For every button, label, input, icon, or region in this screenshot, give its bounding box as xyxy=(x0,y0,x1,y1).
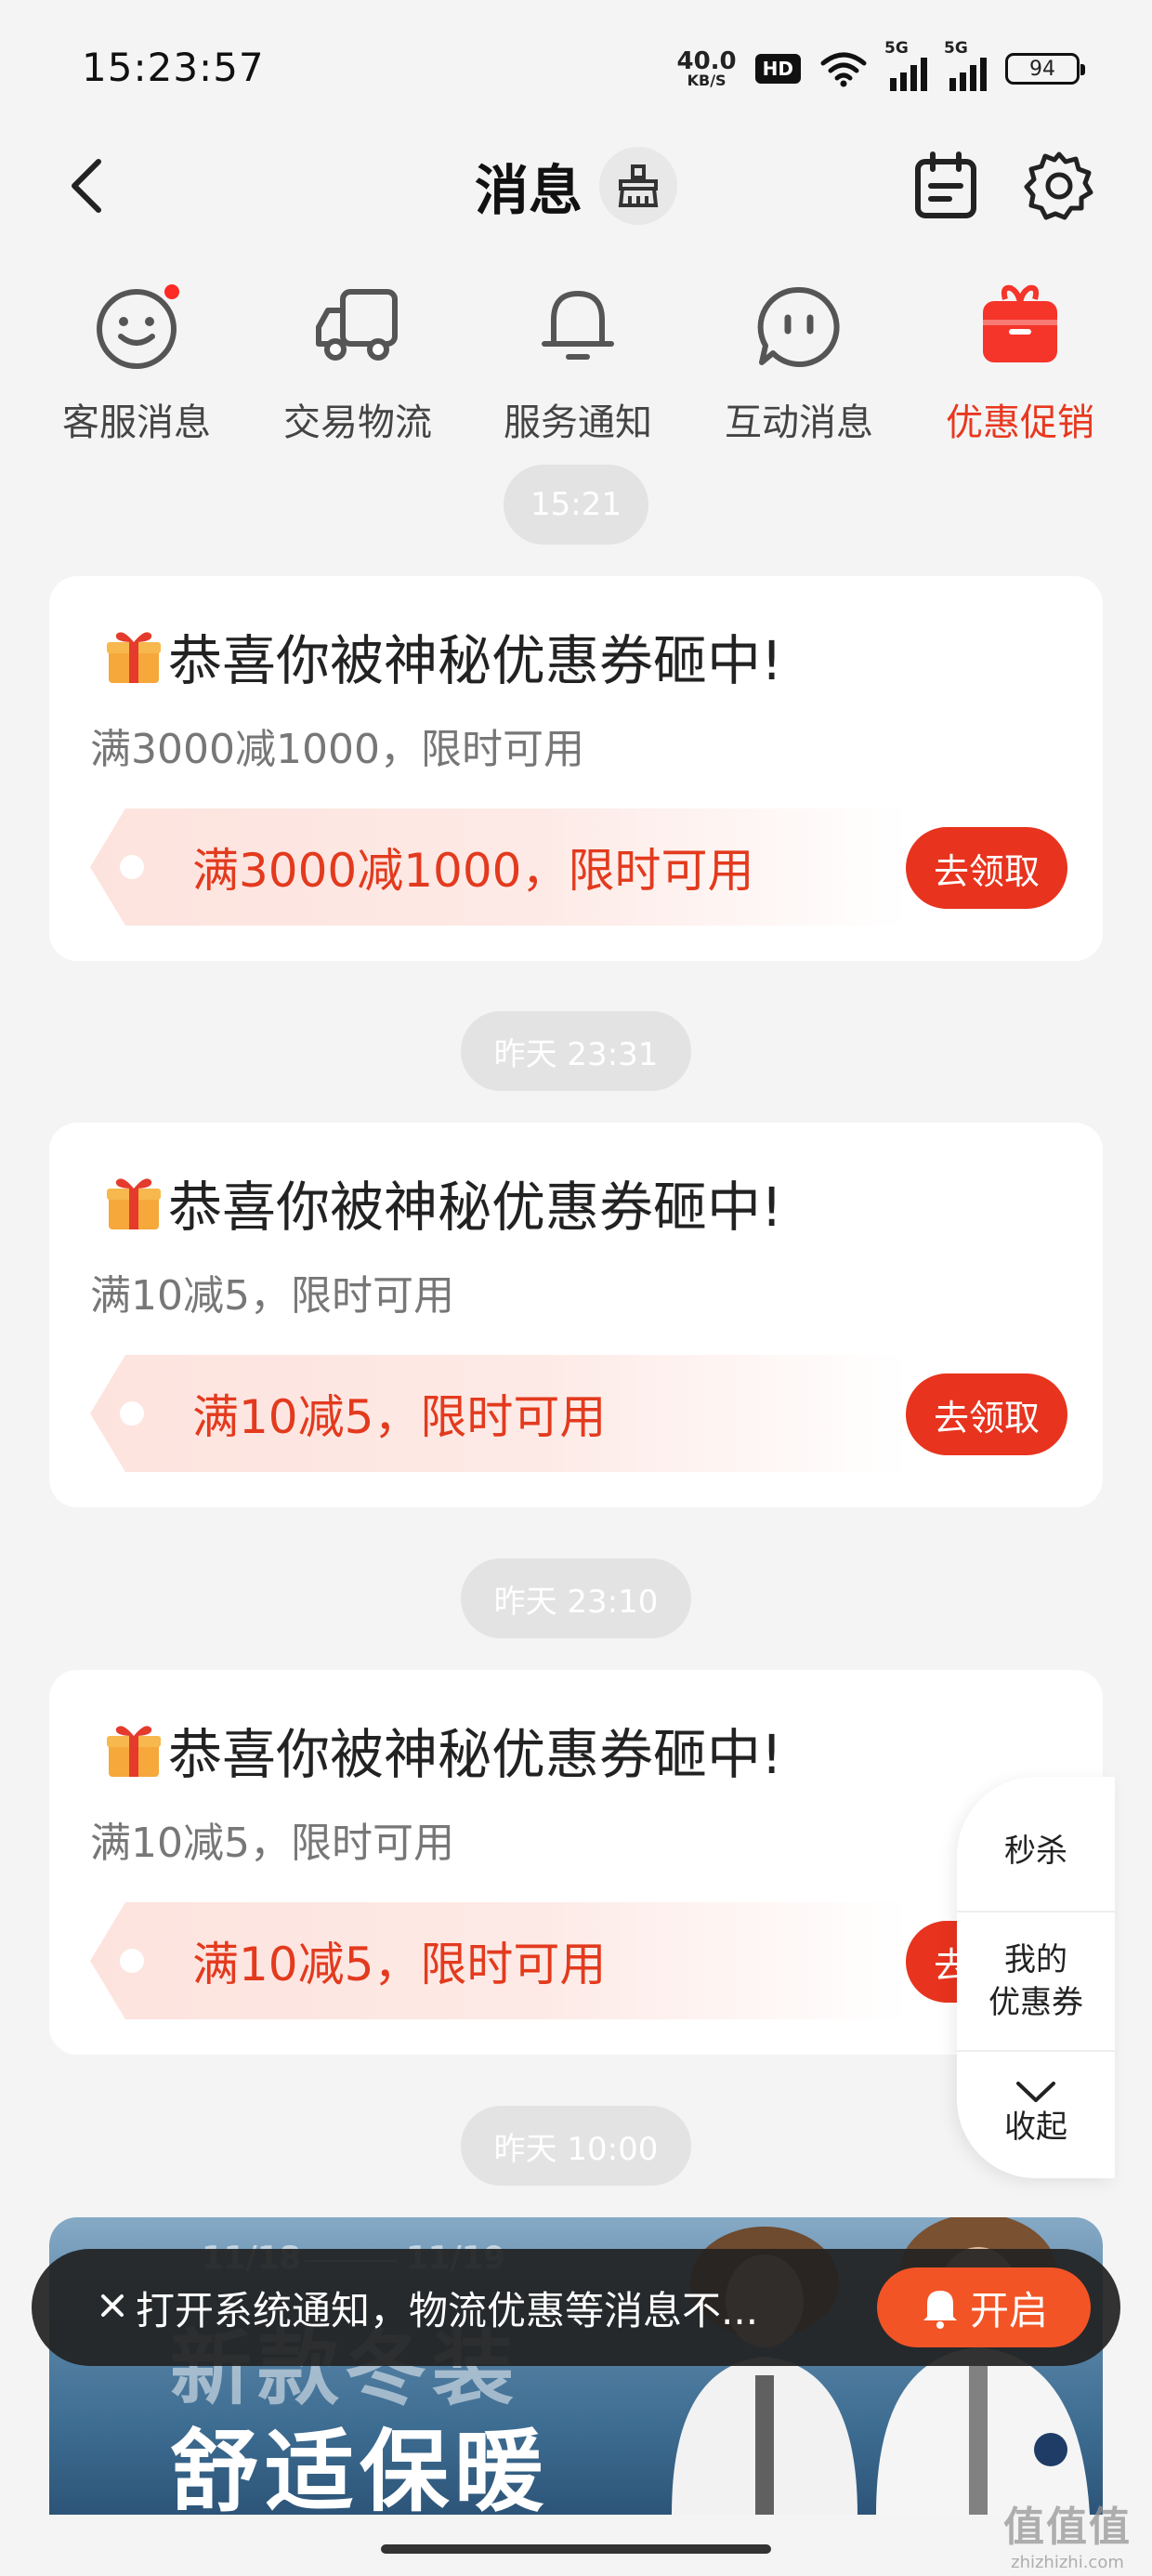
wifi-icon xyxy=(820,52,867,87)
promo-message-card[interactable]: 恭喜你被神秘优惠券砸中! 满3000减1000，限时可用 满3000减1000，… xyxy=(49,576,1103,961)
tab-label: 优惠促销 xyxy=(946,401,1094,444)
cellular-label: 5G xyxy=(884,39,909,58)
network-speed: 40.0 KB/S xyxy=(677,49,737,88)
tab-service-notice[interactable]: 服务通知 xyxy=(476,279,680,446)
app-header: 消息 xyxy=(0,139,1152,232)
calendar-button[interactable] xyxy=(909,149,983,223)
message-title-text: 恭喜你被神秘优惠券砸中! xyxy=(168,629,783,692)
hd-voice-icon: HD xyxy=(754,54,801,84)
toast-message: 打开系统通知，物流优惠等消息不... xyxy=(136,2287,759,2333)
message-categories: 客服消息 交易物流 服务通知 互动消息 优惠促销 xyxy=(0,279,1152,446)
promo-message-card[interactable]: 恭喜你被神秘优惠券砸中! 满10减5，限时可用 满10减5，限时可用 去领 xyxy=(49,1670,1103,2055)
flash-sale-button[interactable]: 秒杀 xyxy=(957,1795,1115,1907)
gift-emoji-icon xyxy=(107,1178,161,1229)
cellular-signal-icon: 5G xyxy=(944,39,987,91)
tab-label: 互动消息 xyxy=(725,401,873,444)
message-time: 昨天 10:00 xyxy=(461,2106,691,2186)
message-time: 昨天 23:10 xyxy=(461,1558,691,1638)
page-title: 消息 xyxy=(474,159,583,222)
battery-level: 94 xyxy=(1029,57,1055,81)
collapse-label: 收起 xyxy=(1004,2109,1067,2146)
watermark-site: zhizhizhi.com xyxy=(1011,2553,1124,2572)
status-icons: 40.0 KB/S HD 5G 5G 94 xyxy=(677,39,1085,95)
my-coupons-label-line1: 我的 xyxy=(1004,1941,1067,1978)
divider xyxy=(957,2050,1115,2052)
coupon-hole xyxy=(120,1401,144,1426)
message-title-text: 恭喜你被神秘优惠券砸中! xyxy=(168,1176,783,1239)
gift-icon xyxy=(974,279,1067,372)
watermark-logo: 值值值 xyxy=(1003,2504,1132,2551)
tab-label: 交易物流 xyxy=(283,401,432,444)
message-subtitle: 满3000减1000，限时可用 xyxy=(90,726,584,773)
truck-icon xyxy=(311,279,404,372)
calendar-icon xyxy=(915,151,976,218)
network-speed-value: 40.0 xyxy=(676,47,737,75)
close-toast-button[interactable] xyxy=(89,2284,136,2331)
chat-bubble-icon xyxy=(753,279,845,372)
chevron-down-icon xyxy=(1016,2082,1055,2102)
message-title: 恭喜你被神秘优惠券砸中! xyxy=(103,617,782,695)
bell-icon xyxy=(531,279,624,372)
message-title-text: 恭喜你被神秘优惠券砸中! xyxy=(168,1723,783,1786)
cellular-signal-icon: 5G xyxy=(884,39,927,91)
coupon-text: 满10减5，限时可用 xyxy=(192,1938,607,1991)
coupon-text: 满10减5，限时可用 xyxy=(192,1390,607,1444)
gift-emoji-icon xyxy=(107,632,161,683)
message-time: 昨天 23:31 xyxy=(461,1011,691,1091)
my-coupons-label-line2: 优惠券 xyxy=(988,1984,1083,2021)
settings-button[interactable] xyxy=(1022,149,1096,223)
gear-icon xyxy=(1024,151,1093,220)
broom-icon xyxy=(618,164,659,207)
flash-sale-label: 秒杀 xyxy=(1004,1833,1067,1870)
status-bar: 15:23:57 40.0 KB/S HD 5G 5G 94 xyxy=(0,0,1152,139)
enable-notification-toast: 打开系统通知，物流优惠等消息不... 开启 xyxy=(32,2249,1120,2366)
coupon-text: 满3000减1000，限时可用 xyxy=(192,844,754,898)
coupon-hole xyxy=(120,1949,144,1973)
home-indicator[interactable] xyxy=(381,2544,771,2554)
tab-interaction[interactable]: 互动消息 xyxy=(697,279,901,446)
cellular-label: 5G xyxy=(944,39,968,58)
floating-side-panel: 秒杀 我的 优惠券 收起 xyxy=(957,1777,1115,2178)
close-icon xyxy=(101,2294,124,2317)
coupon-ticket: 满10减5，限时可用 xyxy=(90,1355,908,1472)
coupon-hole xyxy=(120,855,144,879)
site-watermark: 值值值 zhizhizhi.com xyxy=(1003,2493,1132,2572)
status-time: 15:23:57 xyxy=(82,45,265,90)
promo-message-card[interactable]: 恭喜你被神秘优惠券砸中! 满10减5，限时可用 满10减5，限时可用 去领取 xyxy=(49,1123,1103,1507)
tab-label: 客服消息 xyxy=(62,401,211,444)
message-title: 恭喜你被神秘优惠券砸中! xyxy=(103,1163,782,1242)
message-subtitle: 满10减5，限时可用 xyxy=(90,1272,454,1320)
enable-notifications-button[interactable]: 开启 xyxy=(877,2267,1091,2347)
unread-dot xyxy=(164,284,179,299)
gift-emoji-icon xyxy=(107,1726,161,1777)
message-title: 恭喜你被神秘优惠券砸中! xyxy=(103,1711,782,1789)
coupon-ticket: 满3000减1000，限时可用 xyxy=(90,808,908,926)
message-time: 15:21 xyxy=(504,465,648,545)
tab-transaction-logistics[interactable]: 交易物流 xyxy=(255,279,460,446)
battery-icon: 94 xyxy=(1005,53,1085,85)
my-coupons-button[interactable]: 我的 优惠券 xyxy=(957,1912,1115,2050)
collapse-button[interactable]: 收起 xyxy=(957,2056,1115,2171)
coupon-ticket: 满10减5，限时可用 xyxy=(90,1902,908,2019)
clear-messages-button[interactable] xyxy=(599,147,677,225)
tab-promotions[interactable]: 优惠促销 xyxy=(918,279,1122,446)
smiley-chat-icon xyxy=(90,279,183,372)
claim-button[interactable]: 去领取 xyxy=(906,827,1067,909)
bell-icon xyxy=(923,2291,957,2329)
tab-customer-service[interactable]: 客服消息 xyxy=(34,279,239,446)
network-speed-unit: KB/S xyxy=(687,72,727,89)
claim-button[interactable]: 去领取 xyxy=(906,1373,1067,1455)
banner-headline: 舒适保暖 xyxy=(170,2420,549,2515)
enable-label: 开启 xyxy=(969,2287,1048,2333)
message-subtitle: 满10减5，限时可用 xyxy=(90,1820,454,1867)
tab-label: 服务通知 xyxy=(504,401,652,444)
